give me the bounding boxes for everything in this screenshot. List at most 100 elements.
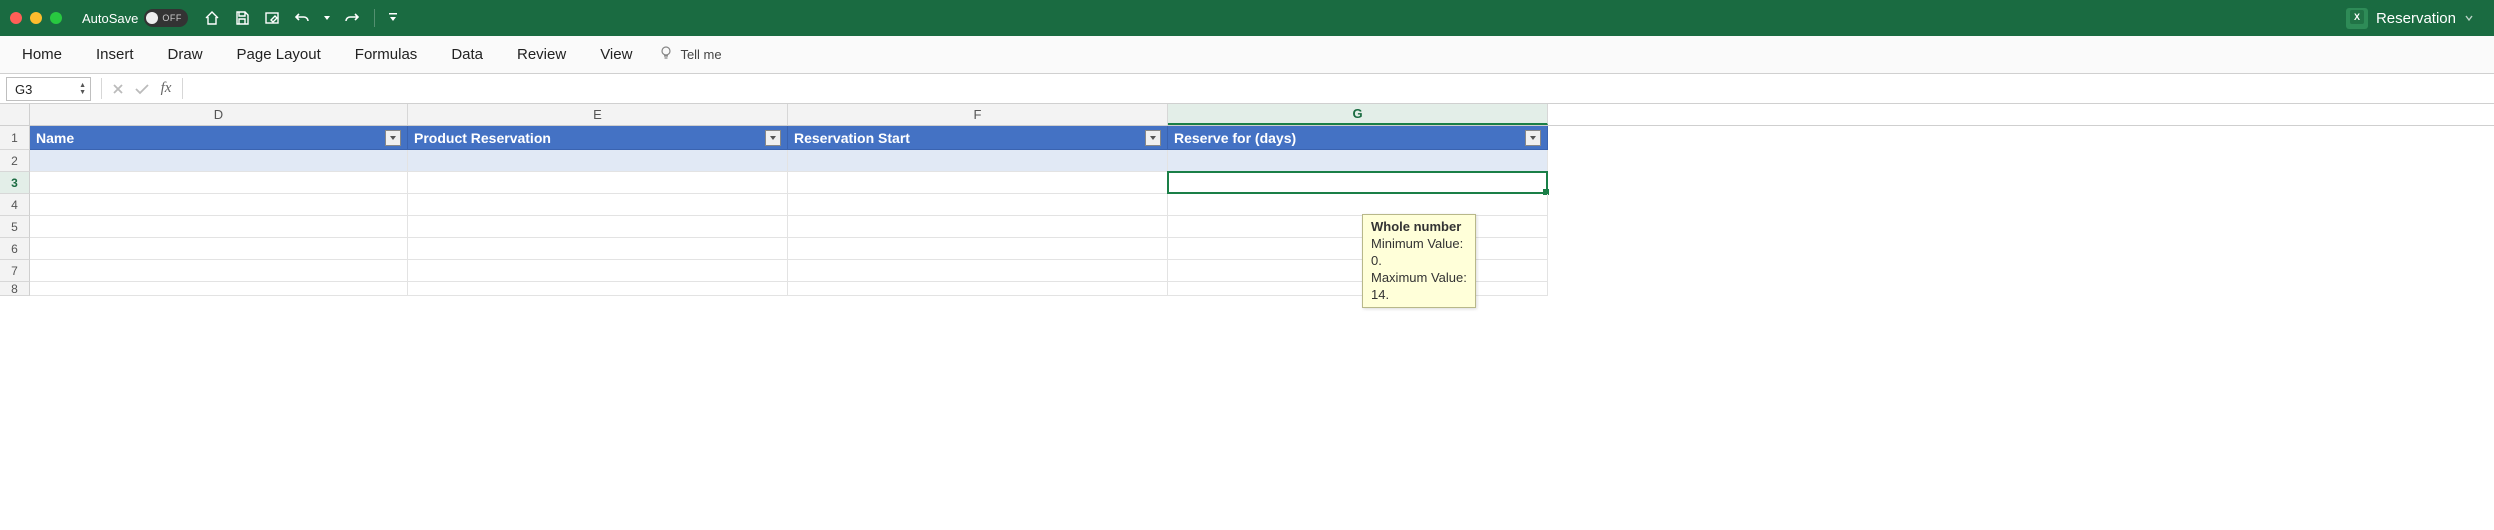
filter-dropdown-button[interactable] — [1525, 130, 1541, 146]
cell-f7[interactable] — [788, 260, 1168, 282]
name-box[interactable]: G3 ▲ ▼ — [6, 77, 91, 101]
column-header-d[interactable]: D — [30, 104, 408, 125]
tab-review[interactable]: Review — [503, 38, 580, 71]
formula-bar-separator-2 — [182, 78, 183, 99]
edit-icon[interactable] — [262, 8, 282, 28]
header-label: Product Reservation — [414, 130, 551, 146]
cell-d5[interactable] — [30, 216, 408, 238]
fx-icon: fx — [161, 80, 172, 97]
cell-e8[interactable] — [408, 282, 788, 296]
cell-d3[interactable] — [30, 172, 408, 194]
cell-f3[interactable] — [788, 172, 1168, 194]
minimize-window-button[interactable] — [30, 12, 42, 24]
cell-d8[interactable] — [30, 282, 408, 296]
table-row: 6 — [0, 238, 2494, 260]
tell-me-label: Tell me — [680, 47, 721, 62]
chevron-down-icon — [2464, 10, 2474, 27]
undo-icon[interactable] — [292, 8, 312, 28]
cell-f6[interactable] — [788, 238, 1168, 260]
cell-d6[interactable] — [30, 238, 408, 260]
tooltip-max-value: 14. — [1371, 287, 1467, 304]
cell-e4[interactable] — [408, 194, 788, 216]
svg-text:X: X — [2354, 12, 2360, 22]
table-row: 5 — [0, 216, 2494, 238]
cell-e6[interactable] — [408, 238, 788, 260]
column-header-e[interactable]: E — [408, 104, 788, 125]
cell-g8[interactable] — [1168, 282, 1548, 296]
cell-f5[interactable] — [788, 216, 1168, 238]
tab-data[interactable]: Data — [437, 38, 497, 71]
sheet-rows: 1 Name Product Reservation Reservation S… — [0, 126, 2494, 296]
save-icon[interactable] — [232, 8, 252, 28]
stepper-down-icon: ▼ — [79, 89, 86, 96]
tell-me[interactable]: Tell me — [658, 45, 721, 64]
tab-page-layout[interactable]: Page Layout — [223, 38, 335, 71]
ribbon-tabs: Home Insert Draw Page Layout Formulas Da… — [0, 36, 2494, 74]
autosave-label: AutoSave — [82, 11, 138, 26]
undo-dropdown-icon[interactable] — [322, 8, 332, 28]
row-header-4[interactable]: 4 — [0, 194, 30, 216]
name-box-stepper[interactable]: ▲ ▼ — [79, 82, 86, 96]
table-header-name[interactable]: Name — [30, 126, 408, 150]
tooltip-max-label: Maximum Value: — [1371, 270, 1467, 287]
row-header-2[interactable]: 2 — [0, 150, 30, 172]
autosave-toggle[interactable]: OFF — [144, 9, 188, 27]
spreadsheet-grid: D E F G 1 Name Product Reservation Reser… — [0, 104, 2494, 296]
table-header-row: 1 Name Product Reservation Reservation S… — [0, 126, 2494, 150]
column-header-g[interactable]: G — [1168, 104, 1548, 125]
cell-e5[interactable] — [408, 216, 788, 238]
redo-icon[interactable] — [342, 8, 362, 28]
formula-bar: G3 ▲ ▼ fx — [0, 74, 2494, 104]
cell-g5[interactable] — [1168, 216, 1548, 238]
table-header-reserve-for-days[interactable]: Reserve for (days) — [1168, 126, 1548, 150]
tab-draw[interactable]: Draw — [154, 38, 217, 71]
tab-view[interactable]: View — [586, 38, 646, 71]
fx-button[interactable]: fx — [154, 74, 178, 103]
cell-e2[interactable] — [408, 150, 788, 172]
cell-g2[interactable] — [1168, 150, 1548, 172]
cell-d2[interactable] — [30, 150, 408, 172]
cell-f2[interactable] — [788, 150, 1168, 172]
cell-g3[interactable] — [1168, 172, 1548, 194]
tab-formulas[interactable]: Formulas — [341, 38, 432, 71]
select-all-corner[interactable] — [0, 104, 30, 125]
cancel-formula-button[interactable] — [106, 74, 130, 103]
row-header-1[interactable]: 1 — [0, 126, 30, 150]
document-title[interactable]: X Reservation — [2346, 8, 2484, 29]
table-header-reservation-start[interactable]: Reservation Start — [788, 126, 1168, 150]
stepper-up-icon: ▲ — [79, 82, 86, 89]
close-window-button[interactable] — [10, 12, 22, 24]
cell-e3[interactable] — [408, 172, 788, 194]
row-header-8[interactable]: 8 — [0, 282, 30, 296]
filter-dropdown-button[interactable] — [1145, 130, 1161, 146]
header-label: Reservation Start — [794, 130, 910, 146]
cell-g4[interactable] — [1168, 194, 1548, 216]
row-header-3[interactable]: 3 — [0, 172, 30, 194]
toggle-knob-icon — [146, 12, 158, 24]
row-header-7[interactable]: 7 — [0, 260, 30, 282]
tooltip-min-value: 0. — [1371, 253, 1467, 270]
formula-input[interactable] — [187, 74, 2494, 103]
maximize-window-button[interactable] — [50, 12, 62, 24]
tab-insert[interactable]: Insert — [82, 38, 148, 71]
tab-home[interactable]: Home — [8, 38, 76, 71]
cell-g6[interactable] — [1168, 238, 1548, 260]
cell-g7[interactable] — [1168, 260, 1548, 282]
filter-dropdown-button[interactable] — [765, 130, 781, 146]
cell-f4[interactable] — [788, 194, 1168, 216]
customize-qat-icon[interactable] — [387, 8, 399, 28]
row-header-5[interactable]: 5 — [0, 216, 30, 238]
window-controls — [10, 12, 62, 24]
accept-formula-button[interactable] — [130, 74, 154, 103]
table-header-product-reservation[interactable]: Product Reservation — [408, 126, 788, 150]
cell-e7[interactable] — [408, 260, 788, 282]
filter-dropdown-button[interactable] — [385, 130, 401, 146]
row-header-6[interactable]: 6 — [0, 238, 30, 260]
cell-d4[interactable] — [30, 194, 408, 216]
table-row: 7 — [0, 260, 2494, 282]
column-header-f[interactable]: F — [788, 104, 1168, 125]
table-row: 8 — [0, 282, 2494, 296]
cell-d7[interactable] — [30, 260, 408, 282]
home-icon[interactable] — [202, 8, 222, 28]
cell-f8[interactable] — [788, 282, 1168, 296]
